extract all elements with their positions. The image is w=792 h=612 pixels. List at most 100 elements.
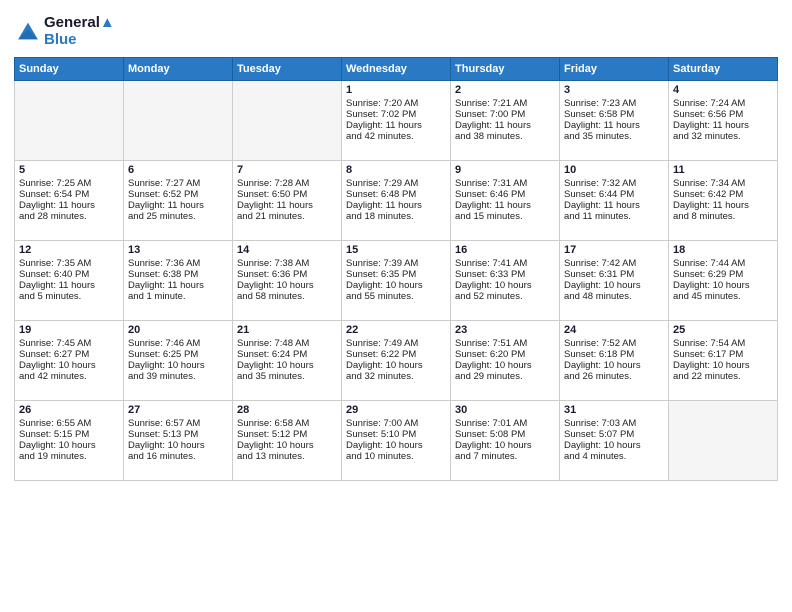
day-info: and 10 minutes.	[346, 451, 446, 462]
day-info: Sunrise: 7:27 AM	[128, 178, 228, 189]
day-info: Daylight: 11 hours	[237, 200, 337, 211]
day-info: Sunrise: 7:49 AM	[346, 338, 446, 349]
day-info: Daylight: 10 hours	[346, 360, 446, 371]
day-info: and 18 minutes.	[346, 211, 446, 222]
day-info: Sunrise: 7:38 AM	[237, 258, 337, 269]
day-info: Sunset: 7:00 PM	[455, 109, 555, 120]
day-info: Sunrise: 7:23 AM	[564, 98, 664, 109]
day-number: 15	[346, 244, 446, 256]
day-info: and 45 minutes.	[673, 291, 773, 302]
weekday-header-saturday: Saturday	[669, 57, 778, 80]
calendar-cell: 27Sunrise: 6:57 AMSunset: 5:13 PMDayligh…	[124, 400, 233, 480]
day-info: Daylight: 11 hours	[128, 200, 228, 211]
calendar-cell: 5Sunrise: 7:25 AMSunset: 6:54 PMDaylight…	[15, 160, 124, 240]
day-info: Sunset: 6:20 PM	[455, 349, 555, 360]
day-info: Daylight: 11 hours	[128, 280, 228, 291]
day-info: and 1 minute.	[128, 291, 228, 302]
day-info: Daylight: 11 hours	[346, 120, 446, 131]
calendar-cell: 12Sunrise: 7:35 AMSunset: 6:40 PMDayligh…	[15, 240, 124, 320]
day-info: Daylight: 10 hours	[455, 360, 555, 371]
day-info: and 42 minutes.	[346, 131, 446, 142]
day-info: and 15 minutes.	[455, 211, 555, 222]
calendar-cell: 16Sunrise: 7:41 AMSunset: 6:33 PMDayligh…	[451, 240, 560, 320]
weekday-header-monday: Monday	[124, 57, 233, 80]
calendar-cell: 6Sunrise: 7:27 AMSunset: 6:52 PMDaylight…	[124, 160, 233, 240]
calendar-cell: 17Sunrise: 7:42 AMSunset: 6:31 PMDayligh…	[560, 240, 669, 320]
day-info: Sunset: 5:12 PM	[237, 429, 337, 440]
day-info: Sunset: 6:56 PM	[673, 109, 773, 120]
day-info: Sunset: 6:36 PM	[237, 269, 337, 280]
week-row-0: 1Sunrise: 7:20 AMSunset: 7:02 PMDaylight…	[15, 80, 778, 160]
calendar-cell: 24Sunrise: 7:52 AMSunset: 6:18 PMDayligh…	[560, 320, 669, 400]
day-info: and 29 minutes.	[455, 371, 555, 382]
day-info: Daylight: 10 hours	[346, 280, 446, 291]
calendar-cell: 19Sunrise: 7:45 AMSunset: 6:27 PMDayligh…	[15, 320, 124, 400]
day-info: Daylight: 10 hours	[455, 280, 555, 291]
day-info: Daylight: 10 hours	[19, 440, 119, 451]
day-number: 31	[564, 404, 664, 416]
calendar-cell: 25Sunrise: 7:54 AMSunset: 6:17 PMDayligh…	[669, 320, 778, 400]
day-info: and 35 minutes.	[237, 371, 337, 382]
day-info: Sunrise: 7:46 AM	[128, 338, 228, 349]
day-info: Sunrise: 7:03 AM	[564, 418, 664, 429]
calendar-cell: 31Sunrise: 7:03 AMSunset: 5:07 PMDayligh…	[560, 400, 669, 480]
day-info: Sunset: 6:24 PM	[237, 349, 337, 360]
day-info: Sunset: 6:52 PM	[128, 189, 228, 200]
calendar-cell: 23Sunrise: 7:51 AMSunset: 6:20 PMDayligh…	[451, 320, 560, 400]
day-info: and 19 minutes.	[19, 451, 119, 462]
calendar-cell: 8Sunrise: 7:29 AMSunset: 6:48 PMDaylight…	[342, 160, 451, 240]
calendar-cell: 2Sunrise: 7:21 AMSunset: 7:00 PMDaylight…	[451, 80, 560, 160]
day-number: 3	[564, 84, 664, 96]
calendar-cell	[669, 400, 778, 480]
day-info: Daylight: 11 hours	[455, 200, 555, 211]
day-info: and 58 minutes.	[237, 291, 337, 302]
calendar-cell: 1Sunrise: 7:20 AMSunset: 7:02 PMDaylight…	[342, 80, 451, 160]
day-info: Sunrise: 7:39 AM	[346, 258, 446, 269]
day-info: Sunrise: 7:48 AM	[237, 338, 337, 349]
day-info: Sunset: 6:18 PM	[564, 349, 664, 360]
calendar-cell: 29Sunrise: 7:00 AMSunset: 5:10 PMDayligh…	[342, 400, 451, 480]
day-info: and 42 minutes.	[19, 371, 119, 382]
calendar-cell: 9Sunrise: 7:31 AMSunset: 6:46 PMDaylight…	[451, 160, 560, 240]
day-info: and 52 minutes.	[455, 291, 555, 302]
day-info: Sunset: 6:25 PM	[128, 349, 228, 360]
day-info: and 39 minutes.	[128, 371, 228, 382]
day-info: and 26 minutes.	[564, 371, 664, 382]
day-info: Sunset: 6:46 PM	[455, 189, 555, 200]
calendar-cell: 13Sunrise: 7:36 AMSunset: 6:38 PMDayligh…	[124, 240, 233, 320]
day-number: 26	[19, 404, 119, 416]
day-number: 14	[237, 244, 337, 256]
logo: General▲ Blue	[14, 14, 115, 49]
day-info: Sunrise: 7:51 AM	[455, 338, 555, 349]
calendar-cell: 22Sunrise: 7:49 AMSunset: 6:22 PMDayligh…	[342, 320, 451, 400]
weekday-header-friday: Friday	[560, 57, 669, 80]
day-info: Sunset: 6:38 PM	[128, 269, 228, 280]
calendar-table: SundayMondayTuesdayWednesdayThursdayFrid…	[14, 57, 778, 481]
day-info: Daylight: 10 hours	[455, 440, 555, 451]
day-info: Daylight: 10 hours	[128, 360, 228, 371]
day-info: Sunrise: 7:28 AM	[237, 178, 337, 189]
calendar-cell: 30Sunrise: 7:01 AMSunset: 5:08 PMDayligh…	[451, 400, 560, 480]
day-info: Daylight: 10 hours	[19, 360, 119, 371]
day-info: Daylight: 11 hours	[673, 120, 773, 131]
day-number: 24	[564, 324, 664, 336]
day-info: Daylight: 10 hours	[673, 280, 773, 291]
day-info: and 55 minutes.	[346, 291, 446, 302]
day-number: 2	[455, 84, 555, 96]
day-number: 17	[564, 244, 664, 256]
day-number: 8	[346, 164, 446, 176]
day-info: Sunset: 6:27 PM	[19, 349, 119, 360]
day-info: Sunset: 6:33 PM	[455, 269, 555, 280]
day-info: Sunset: 6:35 PM	[346, 269, 446, 280]
day-number: 19	[19, 324, 119, 336]
day-info: Sunrise: 7:31 AM	[455, 178, 555, 189]
calendar-cell: 18Sunrise: 7:44 AMSunset: 6:29 PMDayligh…	[669, 240, 778, 320]
day-info: and 8 minutes.	[673, 211, 773, 222]
day-info: and 11 minutes.	[564, 211, 664, 222]
logo-icon	[14, 17, 42, 45]
day-number: 25	[673, 324, 773, 336]
day-info: Sunrise: 7:34 AM	[673, 178, 773, 189]
day-number: 1	[346, 84, 446, 96]
week-row-1: 5Sunrise: 7:25 AMSunset: 6:54 PMDaylight…	[15, 160, 778, 240]
calendar-cell	[15, 80, 124, 160]
